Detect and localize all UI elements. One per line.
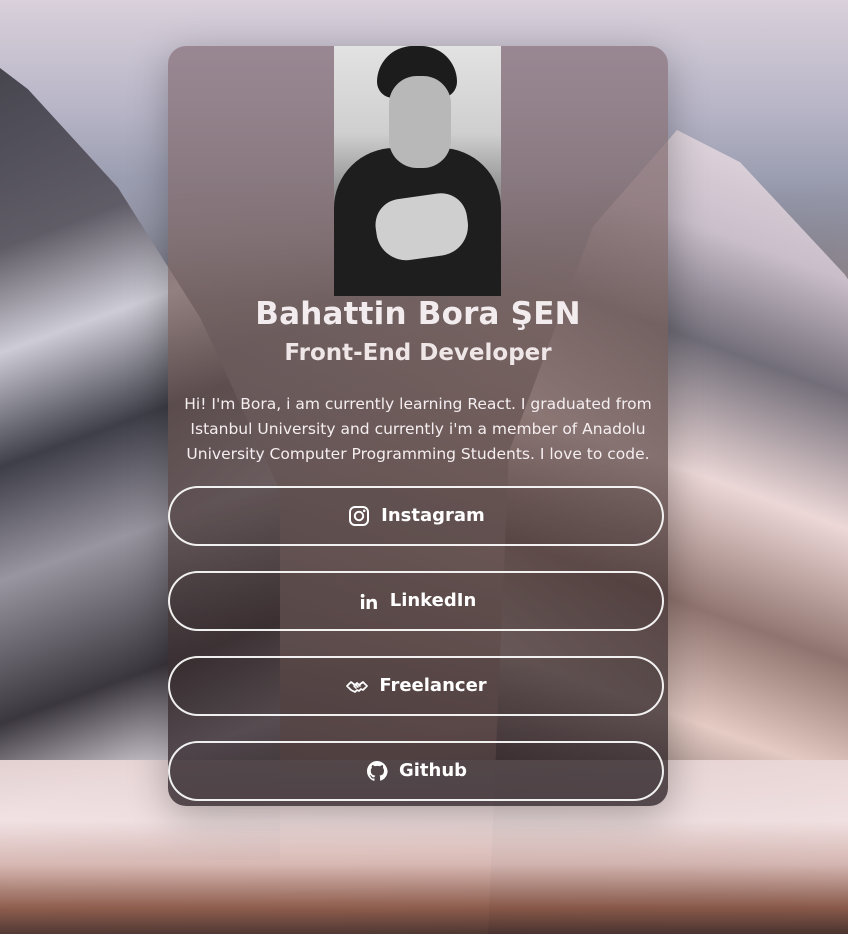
linkedin-link-button[interactable]: LinkedIn [168,571,664,631]
avatar-face [389,76,451,168]
instagram-icon [347,504,371,528]
profile-card: Bahattin Bora ŞEN Front-End Developer Hi… [168,46,668,806]
handshake-icon [345,674,369,698]
instagram-link-button[interactable]: Instagram [168,486,664,546]
profile-name: Bahattin Bora ŞEN [255,296,581,332]
freelancer-link-button[interactable]: Freelancer [168,656,664,716]
profile-bio: Hi! I'm Bora, i am currently learning Re… [184,395,652,463]
github-link-label: Github [398,759,468,781]
linkedin-icon [356,589,380,613]
avatar [334,46,501,296]
linkedin-link-label: LinkedIn [389,589,477,611]
instagram-link-label: Instagram [381,504,485,526]
profile-role: Front-End Developer [284,340,552,366]
freelancer-link-label: Freelancer [379,674,487,696]
github-icon [365,759,389,783]
github-link-button[interactable]: Github [168,741,664,801]
